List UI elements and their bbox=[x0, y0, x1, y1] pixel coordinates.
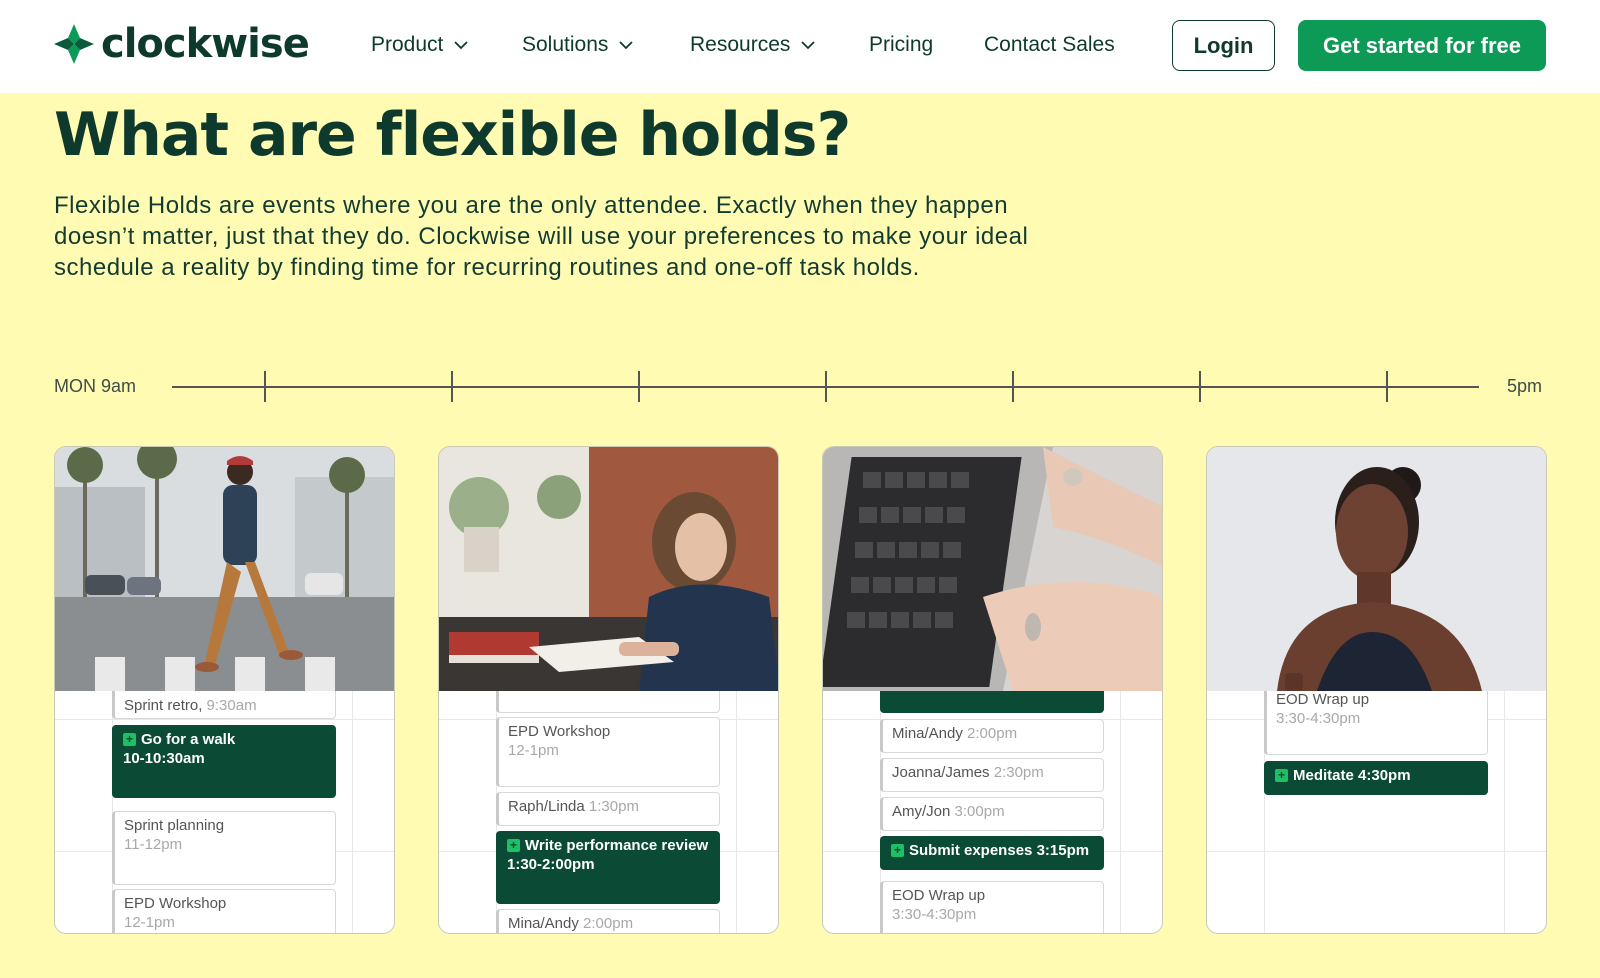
person-walking-street-photo bbox=[55, 447, 394, 691]
calendar-snippet: EPD Workshop 12-1pm Raph/Linda 1:30pm + Wr… bbox=[439, 691, 778, 933]
calendar-snippet: Sprint retro, 9:30am + Go for a walk 10-1… bbox=[55, 691, 394, 933]
nav-resources[interactable]: Resources bbox=[690, 31, 816, 59]
timeline-tick bbox=[1386, 371, 1388, 402]
top-navigation: clockwise Product Solutions Resources Pr… bbox=[0, 0, 1600, 93]
calendar-event: Sprint retro, 9:30am bbox=[112, 691, 336, 719]
nav-contact-sales-label: Contact Sales bbox=[984, 33, 1115, 56]
calendar-snippet: Mina/Andy 2:00pm Joanna/James 2:30pm Amy… bbox=[823, 691, 1162, 933]
page-description: Flexible Holds are events where you are … bbox=[54, 192, 1029, 281]
woman-meditating-photo bbox=[1207, 447, 1546, 691]
calendar-event: EOD Wrap up 3:30-4:30pm bbox=[1264, 691, 1488, 755]
calendar-event: EPD Workshop 12-1pm bbox=[496, 717, 720, 787]
nav-pricing-label: Pricing bbox=[869, 33, 934, 56]
flexible-hold-card-expenses: Mina/Andy 2:00pm Joanna/James 2:30pm Amy… bbox=[822, 446, 1163, 934]
woman-writing-notebook-photo bbox=[439, 447, 778, 691]
chevron-down-icon bbox=[619, 41, 634, 50]
calendar-event: Joanna/James 2:30pm bbox=[880, 758, 1104, 792]
login-button[interactable]: Login bbox=[1172, 20, 1275, 71]
flexible-hold-event: + Write performance review 1:30-2:00pm bbox=[496, 831, 720, 904]
timeline-end-label: 5pm bbox=[1507, 376, 1543, 396]
nav-pricing[interactable]: Pricing bbox=[869, 31, 933, 59]
nav-solutions-label: Solutions bbox=[522, 33, 609, 56]
flexible-hold-card-review: EPD Workshop 12-1pm Raph/Linda 1:30pm + Wr… bbox=[438, 446, 779, 934]
calendar-event: EOD Wrap up 3:30-4:30pm bbox=[880, 881, 1104, 933]
timeline-tick bbox=[1199, 371, 1201, 402]
calendar-event: EPD Workshop 12-1pm bbox=[112, 889, 336, 933]
page-title: What are flexible holds? bbox=[54, 100, 851, 170]
plus-icon: + bbox=[507, 839, 520, 852]
timeline-start-label: MON 9am bbox=[54, 376, 137, 396]
calendar-event: Raph/Linda 1:30pm bbox=[496, 792, 720, 826]
flexible-hold-card-meditate: EOD Wrap up 3:30-4:30pm + Meditate 4:30pm bbox=[1206, 446, 1547, 934]
timeline-tick bbox=[638, 371, 640, 402]
clockwise-logo[interactable]: clockwise bbox=[54, 21, 310, 67]
flexible-hold-event: + Go for a walk 10-10:30am bbox=[112, 725, 336, 798]
flexible-hold-event: + Meditate 4:30pm bbox=[1264, 761, 1488, 795]
nav-product[interactable]: Product bbox=[371, 31, 469, 59]
calendar-event: Sprint planning 11-12pm bbox=[112, 811, 336, 885]
calendar-event: Mina/Andy 2:00pm bbox=[880, 719, 1104, 753]
plus-icon: + bbox=[1275, 769, 1288, 782]
timeline-tick bbox=[825, 371, 827, 402]
timeline-tick bbox=[1012, 371, 1014, 402]
brand-name: clockwise bbox=[101, 21, 310, 67]
flexible-hold-card-walk: Sprint retro, 9:30am + Go for a walk 10-1… bbox=[54, 446, 395, 934]
timeline-tick bbox=[451, 371, 453, 402]
calendar-event: Mina/Andy 2:00pm bbox=[496, 909, 720, 933]
flexible-hold-event bbox=[880, 691, 1104, 713]
clockwise-logo-icon bbox=[54, 24, 94, 64]
calendar-event bbox=[496, 691, 720, 713]
flexible-hold-event: + Submit expenses 3:15pm bbox=[880, 836, 1104, 870]
chevron-down-icon bbox=[454, 41, 469, 50]
hands-typing-laptop-photo bbox=[823, 447, 1162, 691]
chevron-down-icon bbox=[801, 41, 816, 50]
calendar-event: Amy/Jon 3:00pm bbox=[880, 797, 1104, 831]
plus-icon: + bbox=[891, 844, 904, 857]
timeline-tick bbox=[264, 371, 266, 402]
nav-resources-label: Resources bbox=[690, 33, 791, 56]
nav-solutions[interactable]: Solutions bbox=[522, 31, 634, 59]
plus-icon: + bbox=[123, 733, 136, 746]
get-started-button[interactable]: Get started for free bbox=[1298, 20, 1546, 71]
nav-product-label: Product bbox=[371, 33, 444, 56]
calendar-snippet: EOD Wrap up 3:30-4:30pm + Meditate 4:30pm bbox=[1207, 691, 1546, 933]
nav-contact-sales[interactable]: Contact Sales bbox=[984, 31, 1115, 59]
